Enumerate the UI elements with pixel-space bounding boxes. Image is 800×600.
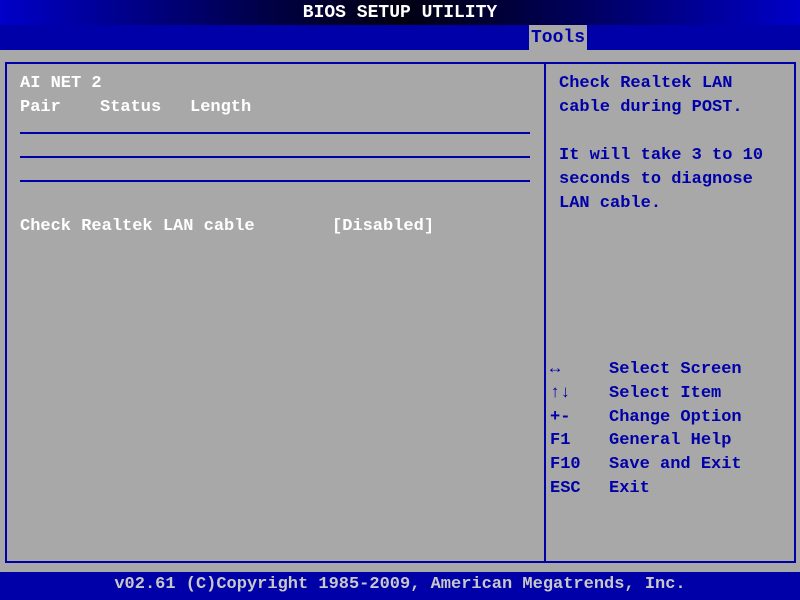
title-bar: BIOS SETUP UTILITY — [0, 0, 800, 25]
key-f10: F10 — [550, 455, 581, 474]
key-action: General Help — [609, 431, 732, 450]
tab-tools[interactable]: Tools — [529, 25, 588, 50]
setting-value[interactable]: [Disabled] — [332, 217, 434, 236]
footer-copyright: v02.61 (C)Copyright 1985-2009, American … — [0, 572, 800, 600]
key-action: Exit — [609, 479, 650, 498]
key-plus-minus: +- — [550, 408, 571, 427]
column-pair: Pair — [20, 98, 61, 117]
key-f1: F1 — [550, 431, 571, 450]
help-line: It will take 3 to 10 — [559, 146, 764, 165]
help-line: LAN cable. — [559, 194, 662, 213]
key-action: Change Option — [609, 408, 742, 427]
key-esc: ESC — [550, 479, 581, 498]
tab-bar: Tools — [0, 25, 800, 50]
setting-check-realtek-lan-cable[interactable]: Check Realtek LAN cable [Disabled] — [20, 217, 440, 239]
separator-line — [20, 180, 530, 182]
main-panel — [5, 62, 796, 563]
help-line: seconds to diagnose — [559, 170, 753, 189]
help-line: cable during POST. — [559, 98, 743, 117]
key-action: Select Screen — [609, 360, 742, 379]
column-length: Length — [190, 98, 252, 117]
section-title: AI NET 2 — [20, 74, 102, 93]
separator-line — [20, 156, 530, 158]
help-line: Check Realtek LAN — [559, 74, 733, 93]
key-arrows-lr-icon: ↔ — [550, 360, 561, 379]
key-action: Save and Exit — [609, 455, 742, 474]
panel-divider — [544, 62, 546, 561]
column-status: Status — [100, 98, 162, 117]
key-action: Select Item — [609, 384, 722, 403]
separator-line — [20, 132, 530, 134]
key-arrows-ud-icon: ↑↓ — [550, 384, 571, 403]
setting-label: Check Realtek LAN cable — [20, 217, 255, 236]
